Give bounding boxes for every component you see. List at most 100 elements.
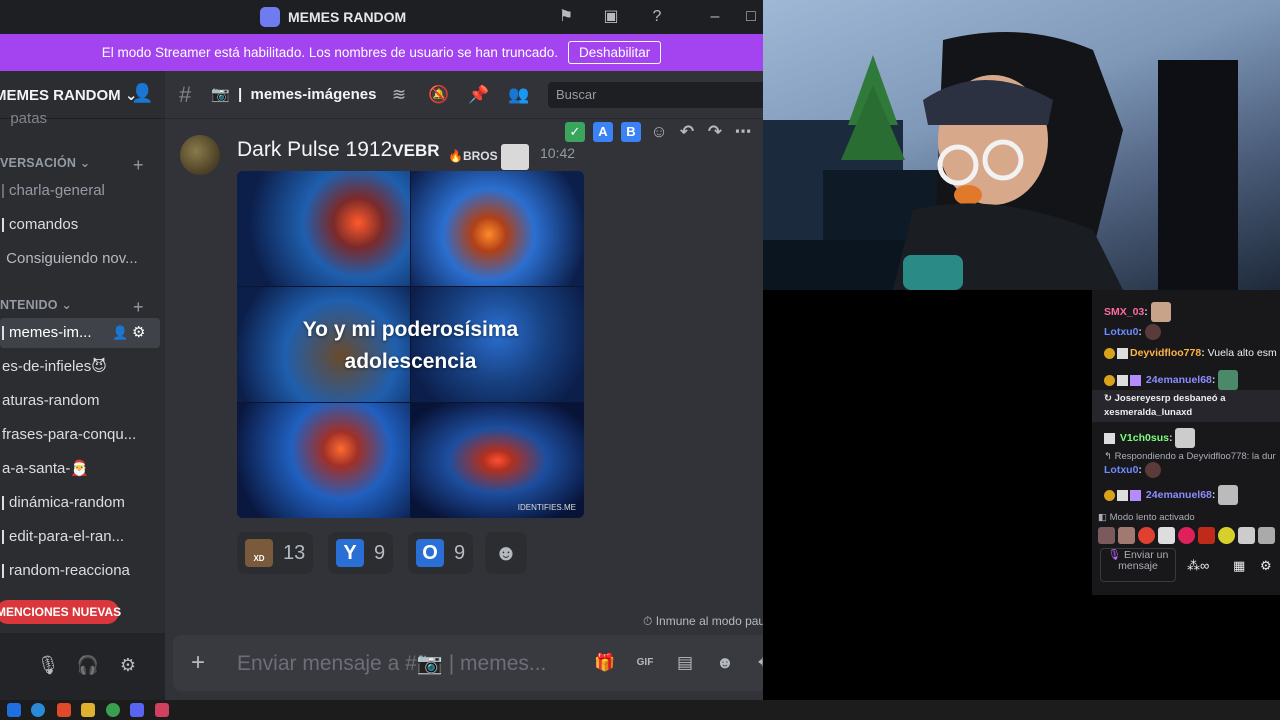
brave-icon[interactable]	[57, 703, 71, 717]
image-tile	[237, 403, 410, 518]
more-options-icon[interactable]: ⋯	[733, 122, 753, 142]
sidebar-item-charla-general[interactable]: charla-general	[0, 176, 160, 206]
sidebar-item-dinamica[interactable]: dinámica-random	[0, 488, 160, 518]
gift-icon[interactable]: 🎁	[594, 652, 616, 674]
reply-icon[interactable]: ↶	[677, 122, 697, 142]
reaction-a[interactable]: A	[593, 122, 613, 142]
category-conversacion[interactable]: VERSACIÓN ⌄	[0, 155, 90, 170]
discord-icon[interactable]	[130, 703, 144, 717]
channel-title: 📷 | memes-imágenes	[211, 86, 377, 103]
emote-icon[interactable]	[1238, 527, 1255, 544]
slow-mode-notice: ◧ Modo lento activado	[1098, 512, 1195, 523]
help-icon[interactable]: ?	[647, 7, 667, 27]
reaction-xd[interactable]: XD 13	[237, 532, 314, 574]
sidebar-item-comandos[interactable]: comandos	[0, 210, 160, 240]
ban-notice: ↻ Josereyesrp desbaneó a xesmeralda_luna…	[1092, 390, 1280, 422]
avatar[interactable]	[180, 135, 220, 175]
mute-bell-icon[interactable]: 🔕	[428, 84, 450, 106]
message-composer[interactable]: + Enviar mensaje a #📷 | memes... 🎁 GIF ▤…	[173, 635, 763, 691]
app-icon[interactable]	[155, 703, 169, 717]
sidebar-item-random-reacciona[interactable]: random-reacciona	[0, 556, 160, 586]
sidebar-item-patas[interactable]: patas	[0, 104, 160, 134]
message-image[interactable]: Yo y mi poderosísima adolescencia IDENTIF…	[237, 171, 584, 518]
create-channel-icon[interactable]: +	[133, 155, 144, 176]
apps-icon[interactable]: ✥	[754, 652, 763, 674]
badge-icon	[1104, 347, 1115, 359]
chat-line: 24emanuel68:	[1104, 485, 1239, 505]
upload-plus-icon[interactable]: +	[191, 649, 205, 677]
emote-icon	[1218, 370, 1239, 390]
emoji-icon[interactable]: ☻	[714, 652, 736, 674]
emote-icon[interactable]	[1098, 527, 1115, 544]
image-watermark: IDENTIFIES.ME	[517, 503, 576, 512]
server-name[interactable]: MEMES RANDOM ⌄	[0, 86, 137, 104]
emote-icon[interactable]	[1258, 527, 1275, 544]
streamer-mode-banner: El modo Streamer está habilitado. Los no…	[0, 34, 763, 71]
emote-icon[interactable]	[1138, 527, 1155, 544]
reaction-b[interactable]: B	[621, 122, 641, 142]
chat-settings-icon[interactable]: ⚙	[1260, 558, 1272, 574]
sidebar-item-consiguiendo[interactable]: Consiguiendo nov...	[0, 244, 160, 274]
threads-icon[interactable]: ≋	[388, 84, 410, 106]
reaction-o[interactable]: O 9	[408, 532, 474, 574]
emote-icon[interactable]	[1178, 527, 1195, 544]
flag-icon[interactable]: ⚑	[556, 7, 576, 27]
headphones-icon[interactable]: 🎧	[76, 653, 100, 677]
new-mentions-pill[interactable]: MENCIONES NUEVAS	[0, 600, 121, 624]
y-emoji-icon: Y	[336, 539, 364, 567]
image-caption: Yo y mi poderosísima adolescencia	[302, 318, 519, 373]
window-title-text: MEMES RANDOM	[288, 9, 407, 25]
emote-icon[interactable]	[1198, 527, 1215, 544]
add-reaction-button[interactable]: ☻	[485, 532, 527, 574]
sidebar-item-frases[interactable]: frases-para-conqu...	[0, 420, 160, 450]
emote-icon[interactable]	[1158, 527, 1175, 544]
folder-icon[interactable]	[81, 703, 95, 717]
add-reaction-icon[interactable]: ☺	[649, 122, 669, 142]
app-icon[interactable]	[7, 703, 21, 717]
sidebar-item-infieles[interactable]: es-de-infieles😈	[0, 352, 160, 382]
ban-target: xesmeralda_lunaxd	[1104, 407, 1193, 418]
message-author[interactable]: Dark Pulse 1912VEBR	[237, 138, 440, 162]
sidebar-item-santa[interactable]: a-a-santa-🎅	[0, 454, 160, 484]
check-reaction-icon[interactable]: ✓	[565, 122, 585, 142]
badge-icon	[1130, 374, 1141, 386]
chat-line: V1ch0sus:	[1104, 428, 1196, 448]
edge-icon[interactable]	[31, 703, 45, 717]
points-icon[interactable]: ⁂∞	[1187, 558, 1209, 574]
pin-icon[interactable]: 📌	[468, 84, 490, 106]
sidebar-item-memes-imagenes[interactable]: memes-im... 👤 ⚙	[0, 318, 160, 348]
composer-placeholder[interactable]: Enviar mensaje a #📷 | memes...	[237, 652, 546, 676]
emote-icon[interactable]	[1118, 527, 1135, 544]
microphone-icon[interactable]: 🎙	[36, 653, 60, 677]
category-contenido[interactable]: NTENIDO ⌄	[0, 297, 72, 312]
sticker-icon[interactable]: ▤	[674, 652, 696, 674]
gift-sub-icon[interactable]: ▦	[1233, 558, 1245, 574]
settings-gear-icon[interactable]: ⚙	[132, 318, 145, 348]
chat-line: 24emanuel68:	[1104, 370, 1239, 390]
badge-icon	[1130, 489, 1141, 501]
reaction-count: 9	[374, 541, 386, 564]
forward-icon[interactable]: ↷	[705, 122, 725, 142]
disable-streamer-button[interactable]: Deshabilitar	[567, 41, 662, 64]
sidebar-item-edit[interactable]: edit-para-el-ran...	[0, 522, 160, 552]
chrome-icon[interactable]	[106, 703, 120, 717]
create-channel-icon-2[interactable]: +	[133, 297, 144, 318]
emote-icon[interactable]	[1218, 527, 1235, 544]
message-timestamp: 10:42	[540, 145, 576, 161]
guild-tag-badge[interactable]: 🔥BROS	[448, 144, 529, 170]
sidebar-item-caricaturas[interactable]: aturas-random	[0, 386, 160, 416]
gif-icon[interactable]: GIF	[634, 652, 656, 674]
screen-icon[interactable]: ▣	[601, 7, 621, 27]
add-member-icon[interactable]: 👤	[112, 318, 128, 348]
search-input[interactable]: Buscar	[548, 82, 763, 108]
user-settings-icon[interactable]: ⚙	[116, 653, 140, 677]
members-icon[interactable]: 👥	[508, 84, 530, 106]
maximize-icon[interactable]: □	[741, 7, 761, 27]
reaction-y[interactable]: Y 9	[328, 532, 394, 574]
invite-people-icon[interactable]: 👤	[131, 83, 153, 104]
chat-input[interactable]: 🎙 Enviar un mensaje	[1100, 548, 1176, 582]
minimize-icon[interactable]: –	[705, 7, 725, 27]
smiley-icon: ☻	[494, 540, 518, 565]
image-tile	[411, 171, 584, 286]
badge-icon	[1104, 489, 1115, 501]
